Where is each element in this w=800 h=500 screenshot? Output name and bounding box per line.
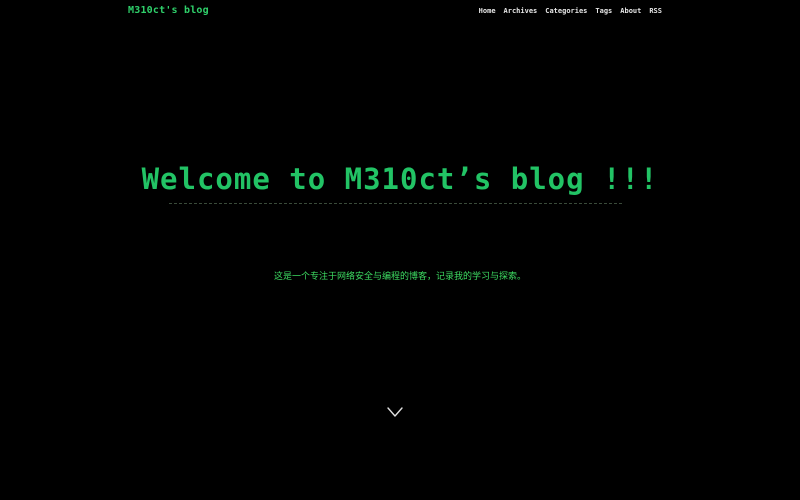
chevron-down-icon[interactable] <box>386 404 404 418</box>
hero-title: Welcome to M310ct’s blog !!! <box>141 162 659 196</box>
nav-rss[interactable]: RSS <box>649 7 662 15</box>
site-title-link[interactable]: M310ct's blog <box>128 5 209 16</box>
hero-divider <box>169 203 622 204</box>
hero-subtitle: 这是一个专注于网络安全与编程的博客，记录我的学习与探索。 <box>273 272 526 282</box>
nav-categories[interactable]: Categories <box>545 7 587 15</box>
main-nav: Home Archives Categories Tags About RSS <box>479 7 662 15</box>
nav-home[interactable]: Home <box>479 7 496 15</box>
nav-archives[interactable]: Archives <box>504 7 538 15</box>
nav-tags[interactable]: Tags <box>595 7 612 15</box>
chevron-down-icon-graphic <box>387 407 403 417</box>
nav-about[interactable]: About <box>620 7 641 15</box>
